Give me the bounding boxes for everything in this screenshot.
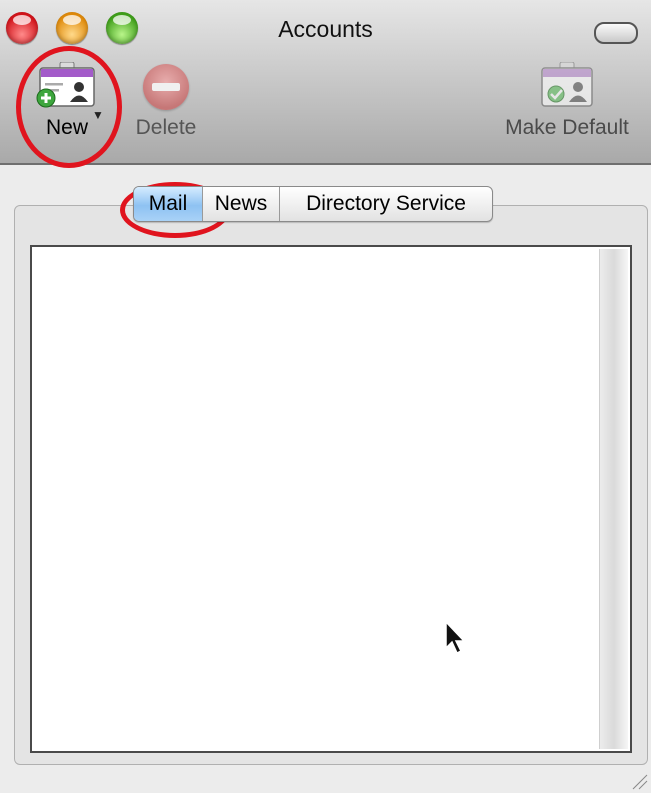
account-type-tabs: Mail News Directory Service bbox=[133, 186, 493, 222]
mouse-pointer-icon bbox=[444, 620, 468, 656]
make-default-button[interactable]: Make Default bbox=[494, 61, 640, 140]
tab-news[interactable]: News bbox=[202, 187, 279, 221]
toolbar-toggle-button[interactable] bbox=[594, 22, 638, 44]
make-default-label: Make Default bbox=[505, 116, 629, 139]
resize-grip-icon[interactable] bbox=[627, 769, 649, 791]
accounts-list[interactable] bbox=[30, 245, 632, 753]
delete-account-button[interactable]: Delete bbox=[128, 62, 204, 140]
tab-directory-service[interactable]: Directory Service bbox=[279, 187, 492, 221]
make-default-card-icon bbox=[536, 61, 598, 110]
new-button-annotation bbox=[16, 46, 122, 168]
accounts-window: Accounts New ▼ Delete Make Default Mail … bbox=[0, 0, 651, 793]
tab-mail[interactable]: Mail bbox=[134, 187, 202, 221]
window-title: Accounts bbox=[278, 16, 373, 42]
vertical-scrollbar[interactable] bbox=[599, 249, 628, 749]
delete-icon bbox=[143, 64, 189, 110]
delete-label: Delete bbox=[135, 116, 197, 139]
